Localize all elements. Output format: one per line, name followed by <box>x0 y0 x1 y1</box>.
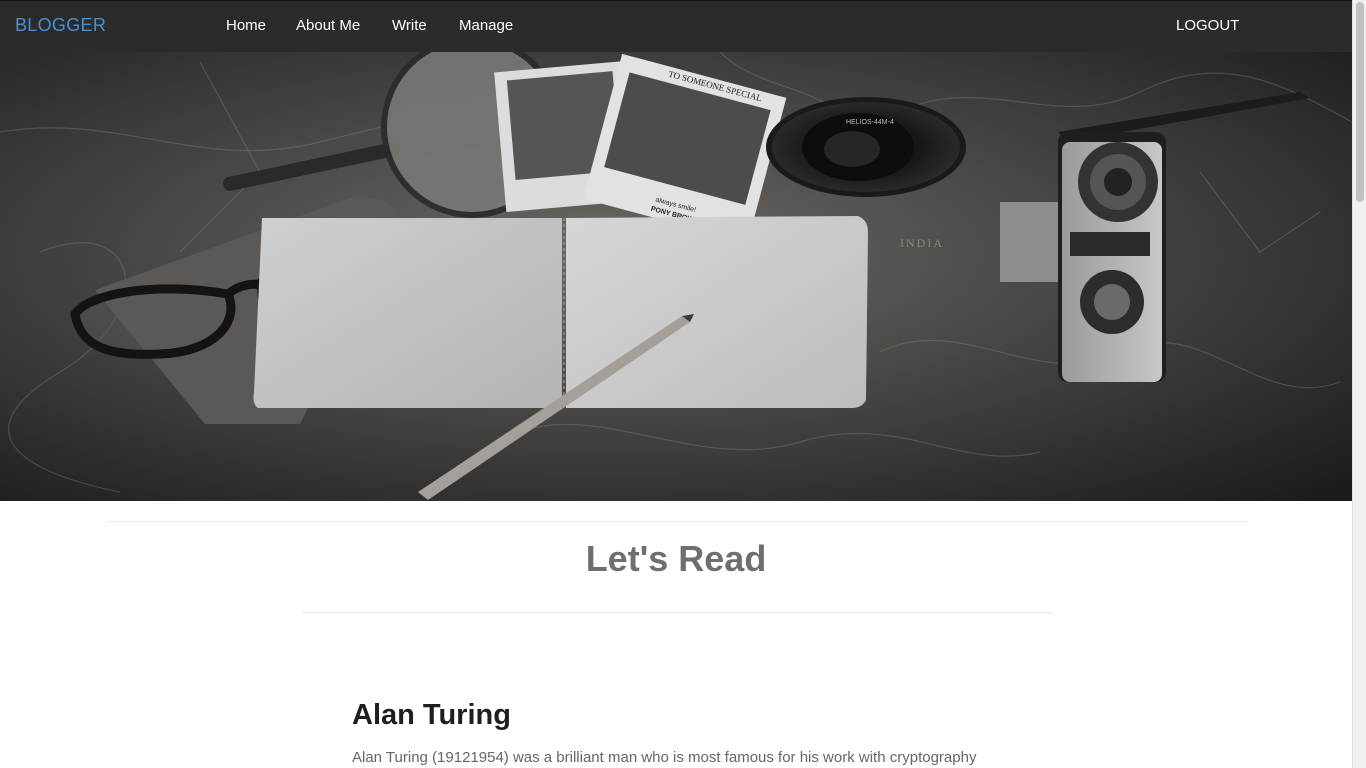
browser-viewport: BLOGGER Home About Me Write Manage LOGOU… <box>0 0 1366 768</box>
vertical-scrollbar[interactable] <box>1352 0 1366 768</box>
brand-logo[interactable]: BLOGGER <box>15 15 106 36</box>
camera-lens: HELIOS-44M-4 <box>766 97 966 197</box>
divider-top <box>107 521 1247 522</box>
divider-mid <box>302 612 1053 613</box>
post-excerpt: Alan Turing (19121954) was a brilliant m… <box>352 749 977 766</box>
top-navbar: BLOGGER Home About Me Write Manage LOGOU… <box>0 0 1352 52</box>
logout-button[interactable]: LOGOUT <box>1176 17 1239 34</box>
open-notebook <box>253 216 868 408</box>
map-label: INDIA <box>900 236 944 250</box>
nav-write[interactable]: Write <box>392 17 427 34</box>
scrollbar-thumb[interactable] <box>1356 2 1364 202</box>
page: BLOGGER Home About Me Write Manage LOGOU… <box>0 0 1352 768</box>
section-title: Let's Read <box>585 538 767 579</box>
lens-text: HELIOS-44M-4 <box>846 119 894 126</box>
post-title[interactable]: Alan Turing <box>352 699 511 732</box>
nav-manage[interactable]: Manage <box>459 17 513 34</box>
nav-about-me[interactable]: About Me <box>296 17 360 34</box>
hero-image: TO SOMEONE SPECIAL always smile! PONY BR… <box>0 52 1352 501</box>
nav-home[interactable]: Home <box>226 17 266 34</box>
